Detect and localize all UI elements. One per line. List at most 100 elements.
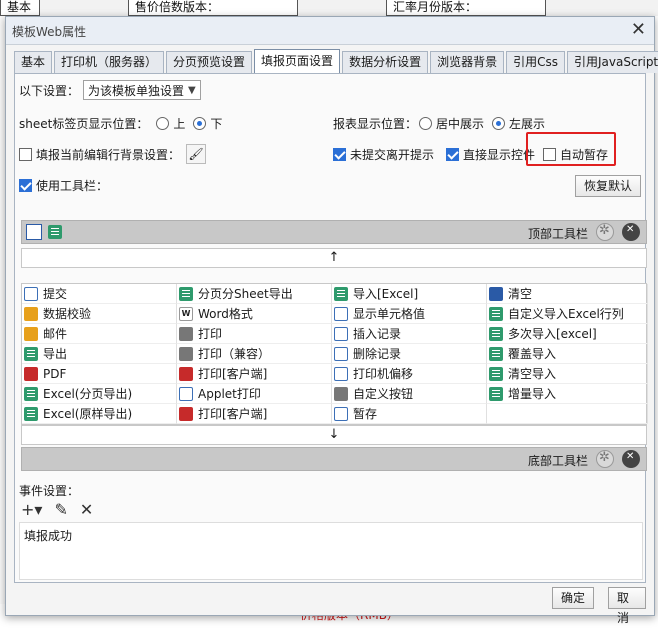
toolbar-item[interactable]: 打印（兼容）: [177, 344, 332, 364]
toolbar-item[interactable]: 打印[客户端]: [177, 364, 332, 384]
gear-icon[interactable]: [596, 223, 614, 241]
unsubmitted-leave-checkbox[interactable]: [333, 148, 346, 161]
tab-browser-background[interactable]: 浏览器背景: [430, 51, 505, 73]
save-icon[interactable]: [26, 224, 42, 240]
fill-row-background-label: 填报当前编辑行背景设置：: [36, 147, 181, 162]
toolbar-item-label: PDF: [43, 366, 67, 381]
scope-select-value: 为该模板单独设置: [88, 83, 185, 98]
sheet-position-row: sheet标签页显示位置： 上 下: [19, 115, 222, 132]
toolbar-item[interactable]: 自定义导入Excel行列: [487, 304, 648, 324]
use-toolbar-checkbox[interactable]: [19, 179, 32, 192]
pdf-icon: [179, 366, 193, 381]
web-properties-dialog: 模板Web属性 ✕ 基本 打印机（服务器） 分页预览设置 填报页面设置 数据分析…: [5, 16, 658, 625]
paint-bucket-icon[interactable]: 🖌: [186, 144, 207, 164]
toolbar-item[interactable]: 显示单元格值: [332, 304, 487, 324]
excel-icon[interactable]: [48, 225, 62, 239]
add-icon[interactable]: +▾: [21, 500, 42, 519]
cancel-button[interactable]: 取消: [608, 587, 646, 625]
toolbar-item[interactable]: 自定义按钮: [332, 384, 487, 404]
toolbar-item[interactable]: 插入记录: [332, 324, 487, 344]
toolbar-item[interactable]: 数据校验: [22, 304, 177, 324]
ok-button[interactable]: 确定: [552, 587, 595, 609]
tab-page-preview[interactable]: 分页预览设置: [166, 51, 253, 73]
restore-default-button[interactable]: 恢复默认: [575, 175, 642, 197]
fill-row-background-row: 填报当前编辑行背景设置： 🖌: [19, 144, 207, 164]
toolbar-item[interactable]: 清空: [487, 284, 648, 304]
report-position-left-label: 左展示: [509, 117, 546, 131]
submit-icon: [24, 286, 38, 301]
toolbar-item-label: 显示单元格值: [353, 307, 426, 321]
toolbar-item[interactable]: 暂存: [332, 404, 487, 424]
sheet-position-down-radio[interactable]: [193, 117, 207, 130]
toolbar-item[interactable]: 打印: [177, 324, 332, 344]
toolbar-item-label: 打印（兼容）: [198, 347, 271, 361]
tab-fill-page-settings[interactable]: 填报页面设置: [254, 49, 341, 73]
report-position-center-radio[interactable]: [419, 117, 433, 130]
toolbar-item-empty: [487, 404, 648, 424]
show-controls-label: 直接显示控件: [463, 148, 536, 162]
toolbar-item[interactable]: 增量导入: [487, 384, 648, 404]
scope-row: 以下设置： 为该模板单独设置 ▼: [19, 80, 201, 100]
excel-icon: [179, 286, 193, 301]
toolbar-item-label: 覆盖导入: [508, 347, 557, 361]
close-icon[interactable]: [622, 223, 640, 241]
toolbar-item[interactable]: 删除记录: [332, 344, 487, 364]
toolbar-item[interactable]: 导出: [22, 344, 177, 364]
toolbar-item[interactable]: 提交: [22, 284, 177, 304]
toolbar-item-label: 插入记录: [353, 327, 402, 341]
scope-label: 以下设置：: [19, 83, 80, 98]
tab-basic[interactable]: 基本: [14, 51, 53, 73]
show-controls-checkbox[interactable]: [446, 148, 460, 161]
bottom-toolbar-bar: 底部工具栏: [21, 447, 647, 471]
sheet-position-up-radio[interactable]: [156, 117, 170, 130]
sheet-position-down-label: 下: [210, 117, 223, 131]
tab-data-analysis[interactable]: 数据分析设置: [342, 51, 429, 73]
excel-icon: [24, 386, 38, 401]
dialog-footer: 确定 取消: [14, 587, 646, 625]
toolbar-item[interactable]: 多次导入[excel]: [487, 324, 648, 344]
toolbar-item[interactable]: 覆盖导入: [487, 344, 648, 364]
edit-icon[interactable]: ✎: [54, 500, 67, 519]
excel-icon: [334, 286, 348, 301]
toolbar-item[interactable]: 邮件: [22, 324, 177, 344]
background-cell: 汇率月份版本：: [386, 0, 546, 16]
toolbar-item[interactable]: PDF: [22, 364, 177, 384]
close-icon[interactable]: ✕: [631, 20, 646, 40]
toolbar-item-label: Word格式: [198, 307, 253, 321]
toolbar-item[interactable]: 清空导入: [487, 364, 648, 384]
toolbar-item[interactable]: 打印[客户端]: [177, 404, 332, 424]
top-toolbar-label: 顶部工具栏: [527, 227, 588, 241]
tab-css[interactable]: 引用Css: [506, 51, 565, 73]
delete-icon[interactable]: ✕: [80, 500, 93, 519]
unsubmitted-leave-label: 未提交离开提示: [350, 148, 435, 162]
scope-select[interactable]: 为该模板单独设置 ▼: [83, 80, 201, 100]
toolbar-item-label: 删除记录: [353, 347, 402, 361]
arrow-up-icon[interactable]: ↑: [329, 250, 340, 265]
fill-row-background-checkbox[interactable]: [19, 147, 32, 161]
report-position-row: 报表显示位置： 居中展示 左展示: [333, 115, 545, 132]
toolbar-item[interactable]: Applet打印: [177, 384, 332, 404]
toolbar-item[interactable]: 分页分Sheet导出: [177, 284, 332, 304]
toolbar-item[interactable]: Excel(原样导出): [22, 404, 177, 424]
toolbar-item[interactable]: Excel(分页导出): [22, 384, 177, 404]
tab-javascript[interactable]: 引用JavaScript: [566, 51, 658, 73]
event-item[interactable]: 填报成功: [20, 523, 642, 548]
toolbar-item-label: 多次导入[excel]: [508, 327, 597, 341]
restore-row: 恢复默认: [575, 175, 642, 197]
toolbar-items-grid: 提交 分页分Sheet导出 导入[Excel] 清空 数据校验 Word格式 显…: [21, 283, 648, 425]
toolbar-item-label: Excel(原样导出): [43, 407, 133, 421]
close-icon[interactable]: [622, 450, 640, 468]
toolbar-item-label: 增量导入: [508, 387, 557, 401]
toolbar-item-label: 导入[Excel]: [353, 287, 419, 301]
excel-icon: [489, 366, 503, 381]
bottom-toolbar-label: 底部工具栏: [527, 454, 588, 468]
toolbar-item[interactable]: Word格式: [177, 304, 332, 324]
toolbar-item[interactable]: 导入[Excel]: [332, 284, 487, 304]
tab-printer-server[interactable]: 打印机（服务器）: [54, 51, 165, 73]
word-icon: [179, 306, 193, 321]
excel-icon: [489, 386, 503, 401]
arrow-down-icon[interactable]: ↓: [329, 427, 340, 442]
gear-icon[interactable]: [596, 450, 614, 468]
report-position-left-radio[interactable]: [492, 117, 506, 130]
toolbar-item[interactable]: 打印机偏移: [332, 364, 487, 384]
